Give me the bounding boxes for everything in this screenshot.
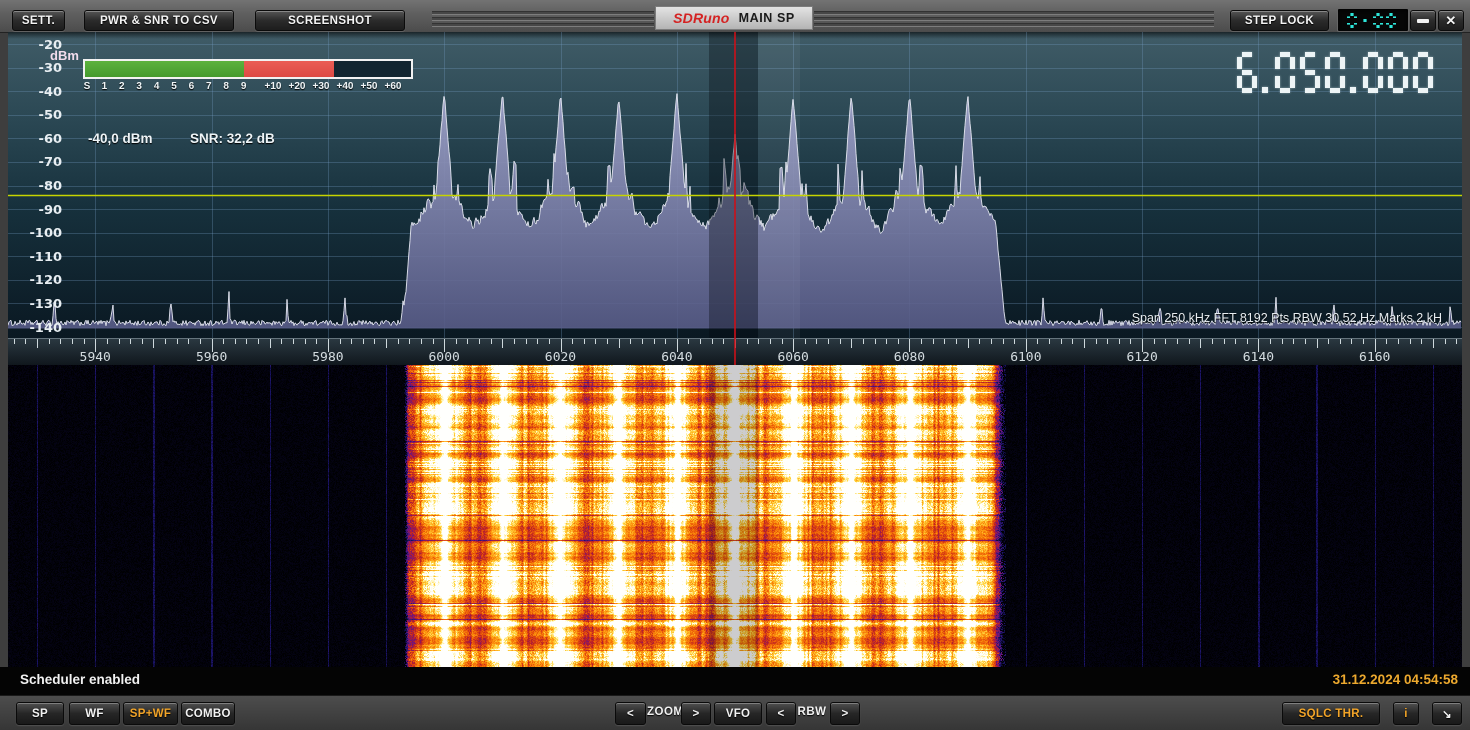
resize-handle-button[interactable]: ↘	[1432, 702, 1462, 725]
snr-readout: SNR: 32,2 dB	[190, 131, 275, 146]
power-readout: -40,0 dBm	[88, 131, 153, 146]
s-meter-scale: S123456789+10+20+30+40+50+60	[83, 81, 423, 93]
span-fft-rbw-info: Span 250 kHz FFT 8192 Pts RBW 30,52 Hz M…	[1132, 311, 1442, 325]
titlebar-groove	[814, 11, 1214, 15]
zoom-label: ZOOM	[647, 706, 680, 718]
window-title: MAIN SP	[739, 11, 795, 25]
titlebar-groove	[814, 23, 1214, 27]
frequency-display[interactable]	[1237, 52, 1438, 93]
close-button[interactable]: ✕	[1438, 10, 1464, 31]
titlebar-groove	[432, 23, 654, 27]
main-sp-window: SETT. PWR & SNR TO CSV SCREENSHOT SDRuno…	[0, 0, 1470, 730]
titlebar-groove	[432, 11, 654, 15]
smeter-scale-label: 9	[231, 81, 257, 92]
bottom-toolbar: SP WF SP+WF COMBO < ZOOM > VFO < RBW > S…	[0, 695, 1470, 730]
scheduler-status: Scheduler enabled	[20, 672, 140, 687]
settings-button[interactable]: SETT.	[12, 10, 65, 31]
titlebar-groove	[432, 17, 654, 21]
wf-view-button[interactable]: WF	[69, 702, 120, 725]
app-brand: SDRuno	[673, 10, 729, 26]
smeter-scale-label: +30	[308, 81, 334, 92]
pwr-snr-csv-button[interactable]: PWR & SNR TO CSV	[84, 10, 234, 31]
titlebar[interactable]: SETT. PWR & SNR TO CSV SCREENSHOT SDRuno…	[0, 0, 1470, 33]
s-meter	[83, 59, 413, 79]
waterfall-display[interactable]	[8, 365, 1462, 667]
step-size-digits	[1347, 13, 1399, 28]
smeter-scale-label: +50	[356, 81, 382, 92]
dbm-unit-label: dBm	[50, 48, 79, 63]
sp-wf-view-button[interactable]: SP+WF	[123, 702, 178, 725]
datetime-display: 31.12.2024 04:54:58	[1333, 672, 1458, 687]
info-button[interactable]: i	[1393, 702, 1419, 725]
smeter-scale-label: +20	[284, 81, 310, 92]
sp-view-button[interactable]: SP	[16, 702, 64, 725]
rbw-up-button[interactable]: >	[830, 702, 860, 725]
combo-view-button[interactable]: COMBO	[181, 702, 235, 725]
step-size-display	[1337, 8, 1409, 32]
s-meter-red-bar	[244, 61, 334, 77]
screenshot-button[interactable]: SCREENSHOT	[255, 10, 405, 31]
s-meter-green-bar	[85, 61, 244, 77]
vfo-button[interactable]: VFO	[714, 702, 762, 725]
status-bar: Scheduler enabled 31.12.2024 04:54:58	[0, 667, 1470, 695]
rbw-label: RBW	[796, 706, 828, 718]
smeter-scale-label: +10	[260, 81, 286, 92]
minimize-icon	[1417, 19, 1429, 23]
smeter-scale-label: +60	[380, 81, 406, 92]
zoom-out-button[interactable]: <	[615, 702, 646, 725]
titlebar-groove	[814, 17, 1214, 21]
smeter-scale-label: +40	[332, 81, 358, 92]
minimize-button[interactable]	[1410, 10, 1436, 31]
sqlc-threshold-button[interactable]: SQLC THR.	[1282, 702, 1380, 725]
zoom-in-button[interactable]: >	[681, 702, 711, 725]
rbw-down-button[interactable]: <	[766, 702, 796, 725]
title-plate: SDRuno MAIN SP	[655, 6, 813, 30]
step-lock-button[interactable]: STEP LOCK	[1230, 10, 1329, 31]
